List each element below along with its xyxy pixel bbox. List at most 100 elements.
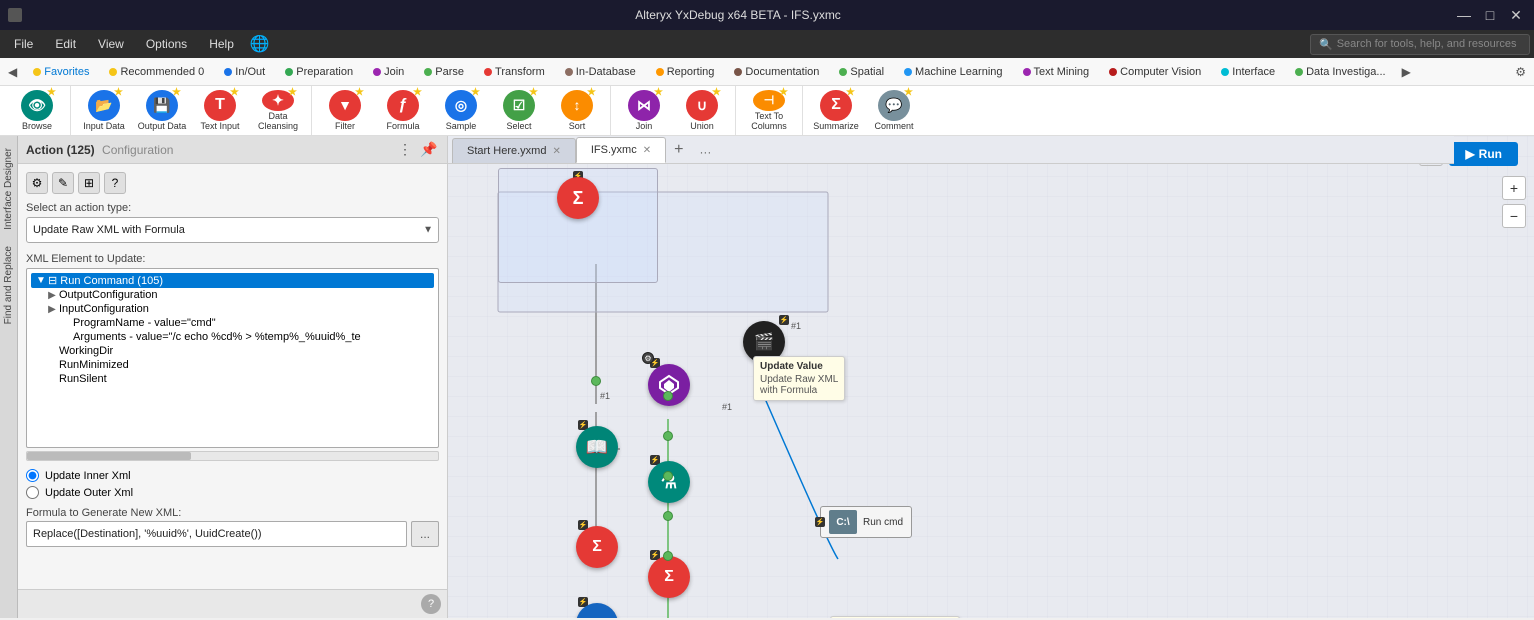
menu-edit[interactable]: Edit [45, 33, 86, 55]
minimize-button[interactable]: — [1454, 5, 1474, 25]
find-replace-label[interactable]: Find and Replace [1, 238, 16, 332]
update-outer-xml-option[interactable]: Update Outer Xml [26, 486, 439, 499]
flask-node[interactable]: ⚡ ⚗ [648, 461, 690, 503]
fav-item-preparation[interactable]: Preparation [277, 63, 361, 81]
fav-item-machinelearning[interactable]: Machine Learning [896, 63, 1010, 81]
toolbar-section-input: 📂 ★ Input Data 💾 ★ Output Data T ★ Text … [71, 86, 312, 135]
panel-pin-button[interactable]: 📌 [419, 140, 439, 160]
fav-item-favorites[interactable]: Favorites [25, 63, 97, 81]
tree-run-command[interactable]: ▼ ⊟ Run Command (105) [31, 273, 434, 288]
checkmark-node[interactable]: ⚡ ✓ [576, 603, 618, 618]
fav-item-textmining[interactable]: Text Mining [1015, 63, 1098, 81]
summarize-tool-button[interactable]: Σ ★ Summarize [807, 88, 865, 134]
browse-tool-button[interactable]: 👁 ★ Browse [8, 88, 66, 134]
fav-prev-btn[interactable]: ◀ [4, 63, 21, 81]
tab-ifs[interactable]: IFS.yxmc ✕ [576, 137, 666, 163]
input-data-tool-button[interactable]: 📂 ★ Input Data [75, 88, 133, 134]
tab-more-button[interactable]: ··· [691, 141, 719, 163]
union-icon: ∪ ★ [686, 90, 718, 121]
fav-next-btn[interactable]: ▶ [1398, 63, 1415, 81]
join-tool-button[interactable]: ⋈ ★ Join [615, 88, 673, 134]
interface-designer-label[interactable]: Interface Designer [1, 140, 16, 238]
output-data-tool-button[interactable]: 💾 ★ Output Data [133, 88, 191, 134]
fav-item-parse[interactable]: Parse [416, 63, 472, 81]
run-button[interactable]: ▶ Run [1449, 142, 1518, 166]
output-data-glyph: 💾 [153, 97, 170, 114]
panel-meta-icon[interactable]: ⊞ [78, 172, 100, 194]
tree-output-config[interactable]: ▶ OutputConfiguration [31, 288, 434, 302]
panel-menu-button[interactable]: ⋮ [395, 140, 415, 160]
panel-annotation-icon[interactable]: ✎ [52, 172, 74, 194]
fav-item-transform[interactable]: Transform [476, 63, 553, 81]
fav-item-computervision[interactable]: Computer Vision [1101, 63, 1209, 81]
tab-start-here-close[interactable]: ✕ [552, 146, 560, 157]
fav-item-recommended[interactable]: Recommended 0 [101, 63, 212, 81]
menu-help[interactable]: Help [199, 33, 244, 55]
spatial-dot [839, 68, 847, 76]
fav-item-indatabase[interactable]: In-Database [557, 63, 644, 81]
tree-arguments[interactable]: Arguments - value="/c echo %cd% > %temp%… [31, 330, 434, 344]
tree-run-silent[interactable]: RunSilent [31, 372, 434, 386]
panel-gear-icon[interactable]: ⚙ [26, 172, 48, 194]
menu-file[interactable]: File [4, 33, 43, 55]
tab-start-here[interactable]: Start Here.yxmd ✕ [452, 138, 576, 163]
fav-item-datainvestigation[interactable]: Data Investiga... [1287, 63, 1394, 81]
fav-settings-btn[interactable]: ⚙ [1511, 63, 1530, 81]
comment-tool-button[interactable]: 💬 ★ Comment [865, 88, 923, 134]
output-data-label: Output Data [138, 122, 187, 132]
tab-add-button[interactable]: + [666, 137, 691, 163]
union-tool-button[interactable]: ∪ ★ Union [673, 88, 731, 134]
panel-content: ⚙ ✎ ⊞ ? Select an action type: Update Ra… [18, 164, 447, 589]
summarize-node-top[interactable]: ⚡ Σ [557, 177, 599, 219]
filter-tool-button[interactable]: ▼ ★ Filter [316, 88, 374, 134]
action-type-select[interactable]: Update Raw XML with Formula ▼ [26, 217, 439, 243]
fav-favorites-label: Favorites [44, 66, 89, 78]
formula-tool-button[interactable]: ƒ ★ Formula [374, 88, 432, 134]
canvas[interactable]: 🕐 ▶ Run Start Here.yxmd ✕ IFS.yxmc ✕ + ·… [448, 136, 1534, 618]
menu-view[interactable]: View [88, 33, 134, 55]
tree-run-minimized[interactable]: RunMinimized [31, 358, 434, 372]
formula-text-input[interactable] [26, 521, 407, 547]
fav-item-join[interactable]: Join [365, 63, 412, 81]
tree-working-dir[interactable]: WorkingDir [31, 344, 434, 358]
inner-xml-radio[interactable] [26, 469, 39, 482]
menu-options[interactable]: Options [136, 33, 197, 55]
fav-parse-label: Parse [435, 66, 464, 78]
select-tool-button[interactable]: ☑ ★ Select [490, 88, 548, 134]
summarize-icon-top[interactable]: Σ [557, 177, 599, 219]
sort-tool-button[interactable]: ↕ ★ Sort [548, 88, 606, 134]
maximize-button[interactable]: □ [1480, 5, 1500, 25]
update-inner-xml-option[interactable]: Update Inner Xml [26, 469, 439, 482]
toolbar-section-summarize: Σ ★ Summarize 💬 ★ Comment [803, 86, 927, 135]
summarize-node-bottom[interactable]: ⚡ Σ [648, 556, 690, 598]
formula-star: ★ [413, 87, 422, 98]
tree-horizontal-scrollbar[interactable] [26, 451, 439, 461]
panel-bottom-help-icon[interactable]: ? [421, 594, 441, 614]
panel-help-icon[interactable]: ? [104, 172, 126, 194]
tree-input-config[interactable]: ▶ InputConfiguration [31, 302, 434, 316]
fav-item-documentation[interactable]: Documentation [726, 63, 827, 81]
fav-item-inout[interactable]: In/Out [216, 63, 273, 81]
tree-output-config-label: OutputConfiguration [59, 289, 157, 301]
union-label: Union [690, 122, 714, 132]
zoom-in-button[interactable]: + [1502, 176, 1526, 200]
close-button[interactable]: ✕ [1506, 5, 1526, 25]
fav-item-interface[interactable]: Interface [1213, 63, 1283, 81]
fav-item-reporting[interactable]: Reporting [648, 63, 723, 81]
tree-program-name[interactable]: ProgramName - value="cmd" [31, 316, 434, 330]
fav-item-spatial[interactable]: Spatial [831, 63, 892, 81]
outer-xml-radio[interactable] [26, 486, 39, 499]
zoom-out-button[interactable]: − [1502, 204, 1526, 228]
favorites-toolbar: ◀ Favorites Recommended 0 In/Out Prepara… [0, 58, 1534, 86]
summarize-node-mid[interactable]: ⚡ Σ [576, 526, 618, 568]
book-node[interactable]: ⚡ 📖 [576, 426, 618, 468]
text-input-tool-button[interactable]: T ★ Text Input [191, 88, 249, 134]
formula-ellipsis-button[interactable]: ... [411, 521, 439, 547]
search-box[interactable]: 🔍 Search for tools, help, and resources [1310, 34, 1530, 55]
toolbar-section-filter: ▼ ★ Filter ƒ ★ Formula ◎ ★ Sample ☑ ★ Se… [312, 86, 611, 135]
window-controls: — □ ✕ [1454, 5, 1526, 25]
sample-tool-button[interactable]: ◎ ★ Sample [432, 88, 490, 134]
data-cleansing-tool-button[interactable]: ✦ ★ Data Cleansing [249, 88, 307, 134]
tab-ifs-close[interactable]: ✕ [643, 145, 651, 156]
text-to-columns-tool-button[interactable]: ⊣ ★ Text To Columns [740, 88, 798, 134]
